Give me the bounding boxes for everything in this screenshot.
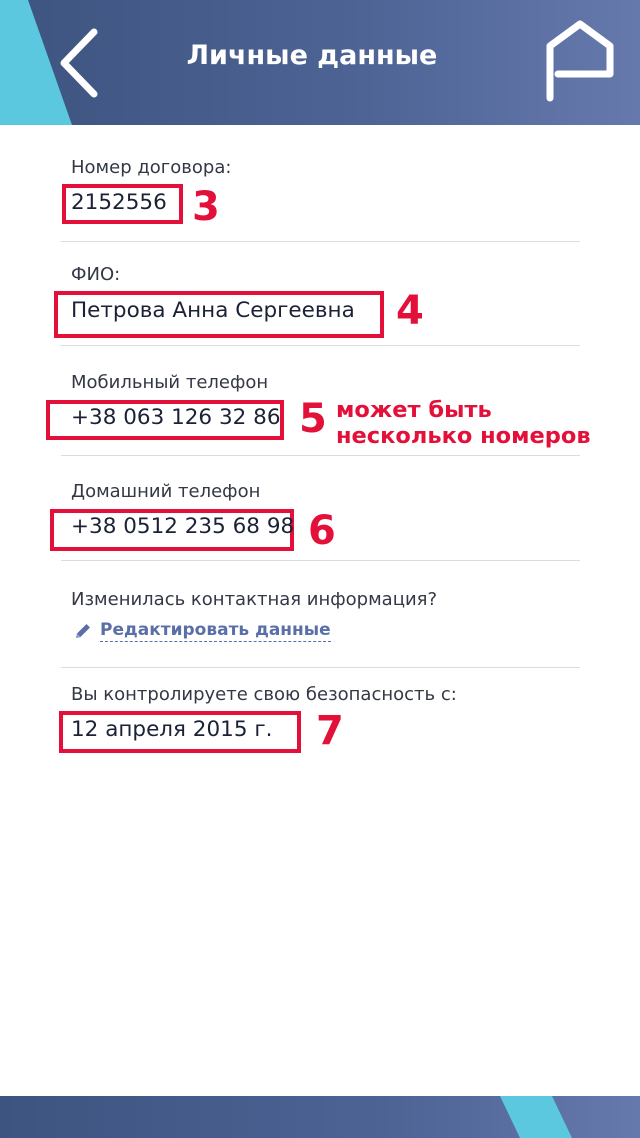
home-value: +38 0512 235 68 98 — [71, 514, 295, 539]
home-label: Домашний телефон — [71, 481, 261, 502]
edit-data-link[interactable]: Редактировать данные — [74, 620, 331, 642]
contract-label: Номер договора: — [71, 157, 232, 178]
divider — [61, 345, 580, 346]
since-label: Вы контролируете свою безопасность с: — [71, 684, 457, 705]
divider — [61, 455, 580, 456]
divider — [61, 560, 580, 561]
mobile-value: +38 063 126 32 86 — [71, 405, 281, 430]
marker-3: 3 — [192, 184, 220, 230]
divider — [61, 667, 580, 668]
app-header: Личные данные — [0, 0, 640, 125]
contract-value: 2152556 — [71, 190, 167, 215]
since-value: 12 апреля 2015 г. — [71, 717, 273, 742]
mobile-label: Мобильный телефон — [71, 372, 269, 393]
pencil-icon — [76, 624, 90, 638]
annotation-line-2: несколько номеров — [336, 423, 591, 449]
app-footer — [0, 1096, 640, 1138]
feedback-button[interactable] — [540, 20, 620, 108]
fio-label: ФИО: — [71, 264, 121, 285]
footer-decoration — [500, 1096, 572, 1138]
fio-value: Петрова Анна Сергеевна — [71, 298, 355, 323]
marker-7: 7 — [316, 708, 344, 754]
divider — [61, 241, 580, 242]
marker-4: 4 — [396, 288, 424, 334]
marker-6: 6 — [308, 508, 336, 554]
feedback-flag-icon — [546, 20, 614, 102]
page-title: Личные данные — [186, 40, 438, 71]
annotation-note: может быть несколько номеров — [336, 397, 591, 449]
contact-change-question: Изменилась контактная информация? — [71, 589, 438, 610]
edit-data-label: Редактировать данные — [100, 620, 331, 642]
marker-5: 5 — [299, 396, 327, 442]
annotation-line-1: может быть — [336, 397, 492, 423]
